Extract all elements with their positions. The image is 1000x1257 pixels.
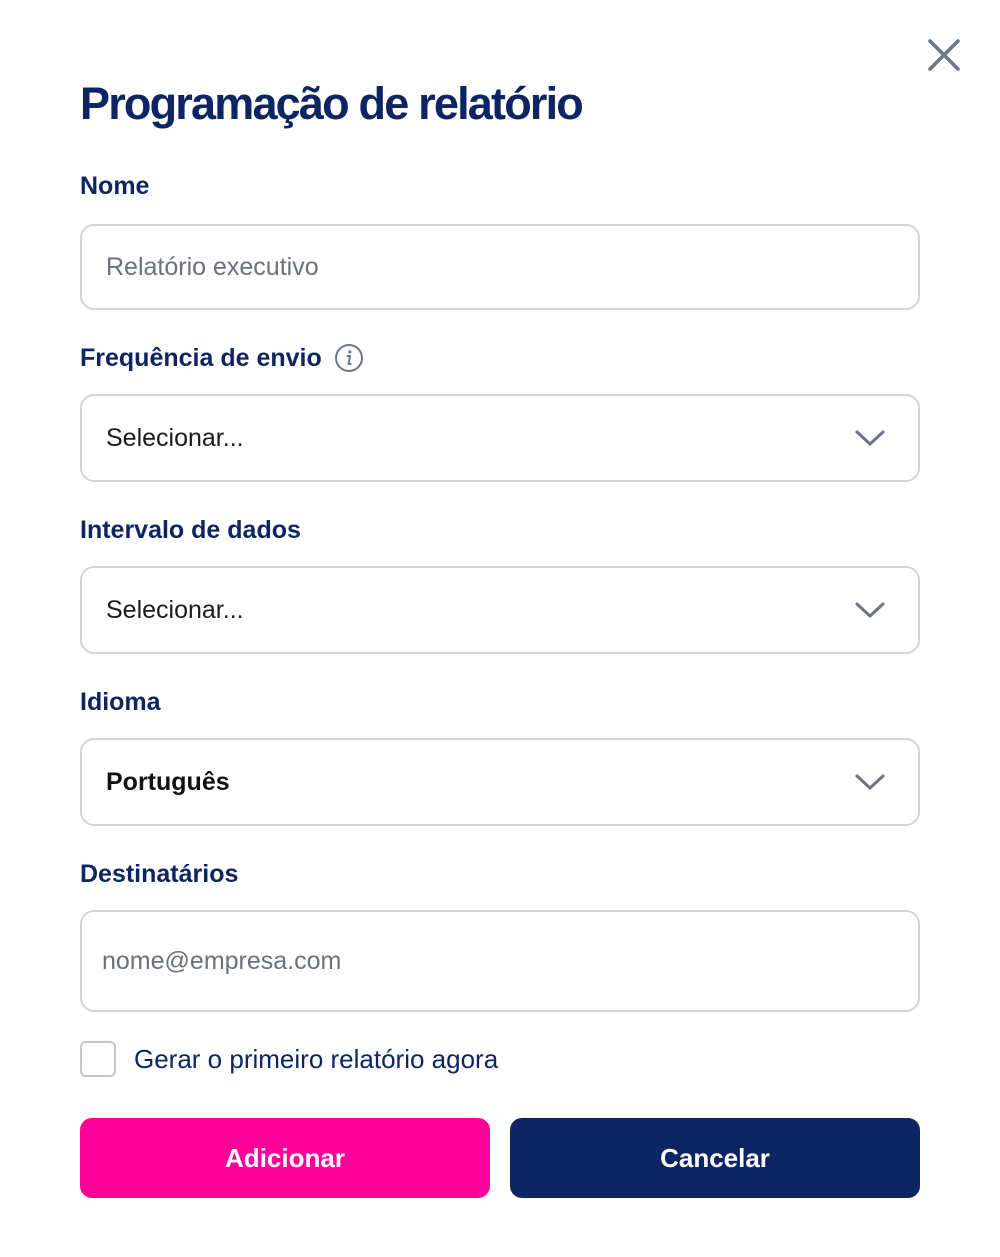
frequency-label-text: Frequência de envio [80, 343, 322, 372]
recipients-input[interactable] [102, 946, 894, 976]
report-schedule-dialog: Programação de relatório Nome Frequência… [0, 0, 1000, 1257]
data-interval-select[interactable]: Selecionar... [80, 566, 920, 654]
info-icon[interactable] [334, 343, 364, 373]
recipients-label-text: Destinatários [80, 860, 239, 888]
language-select[interactable]: Português [80, 738, 920, 826]
chevron-down-icon [854, 600, 886, 620]
close-button[interactable] [924, 35, 964, 75]
data-interval-label-text: Intervalo de dados [80, 516, 301, 544]
data-interval-label: Intervalo de dados [80, 516, 301, 545]
generate-first-report-checkbox[interactable] [80, 1041, 116, 1077]
name-input[interactable] [106, 252, 894, 282]
language-label-text: Idioma [80, 688, 161, 716]
dialog-title: Programação de relatório [80, 78, 584, 129]
language-label: Idioma [80, 688, 161, 717]
add-button[interactable]: Adicionar [80, 1118, 490, 1198]
frequency-select-value: Selecionar... [106, 423, 244, 452]
recipients-label: Destinatários [80, 860, 238, 889]
name-label-text: Nome [80, 172, 150, 200]
frequency-label: Frequência de envio [80, 343, 364, 373]
name-label: Nome [80, 172, 149, 201]
chevron-down-icon [854, 772, 886, 792]
name-field[interactable] [80, 224, 920, 310]
generate-first-report-label[interactable]: Gerar o primeiro relatório agora [134, 1044, 498, 1075]
chevron-down-icon [854, 428, 886, 448]
close-icon [928, 39, 960, 71]
language-select-value: Português [106, 767, 230, 796]
cancel-button[interactable]: Cancelar [510, 1118, 920, 1198]
data-interval-select-value: Selecionar... [106, 595, 244, 624]
recipients-field[interactable] [80, 910, 920, 1012]
generate-first-report-option[interactable]: Gerar o primeiro relatório agora [80, 1041, 498, 1077]
frequency-select[interactable]: Selecionar... [80, 394, 920, 482]
